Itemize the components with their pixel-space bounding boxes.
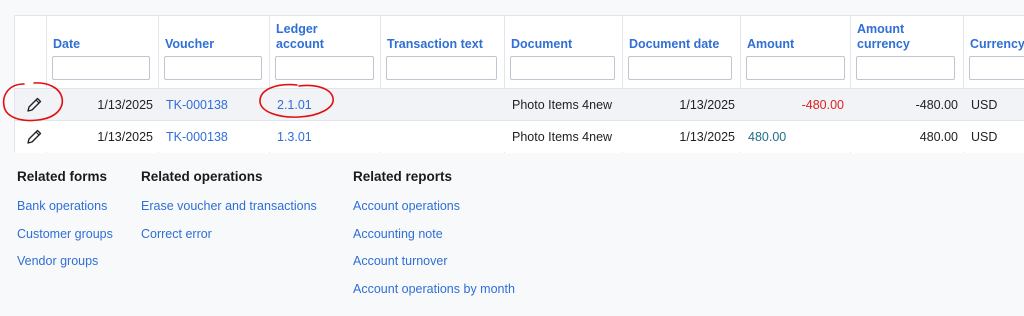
filter-document[interactable] — [510, 56, 615, 80]
cell-ledger-account[interactable]: 2.1.01 — [277, 89, 312, 121]
cell-voucher[interactable]: TK-000138 — [166, 121, 228, 153]
link-account-operations[interactable]: Account operations — [353, 193, 515, 221]
cell-amount-currency: 480.00 — [919, 130, 958, 144]
link-correct-error[interactable]: Correct error — [141, 221, 317, 249]
table-row[interactable]: 1/13/2025 TK-000138 2.1.01 Photo Items 4… — [15, 88, 1024, 120]
header-amount-currency-line2[interactable]: currency — [857, 37, 910, 52]
cell-voucher[interactable]: TK-000138 — [166, 89, 228, 121]
header-ledger-account-line2[interactable]: account — [276, 37, 324, 52]
cell-document: Photo Items 4new — [512, 130, 613, 144]
cell-document: Photo Items 4new — [512, 98, 613, 112]
transactions-grid: Date Voucher Ledger account Transaction … — [14, 15, 1024, 153]
header-date[interactable]: Date — [53, 37, 80, 52]
related-operations-title: Related operations — [141, 169, 263, 184]
header-document[interactable]: Document — [511, 37, 572, 52]
cell-currency: USD — [971, 130, 998, 144]
link-bank-operations[interactable]: Bank operations — [17, 193, 113, 221]
link-accounting-note[interactable]: Accounting note — [353, 221, 515, 249]
header-currency[interactable]: Currency — [970, 37, 1024, 52]
pencil-icon[interactable] — [25, 96, 43, 114]
link-customer-groups[interactable]: Customer groups — [17, 221, 113, 249]
cell-document-date: 1/13/2025 — [679, 98, 735, 112]
header-document-date[interactable]: Document date — [629, 37, 719, 52]
cell-currency: USD — [971, 98, 998, 112]
cell-amount-currency: -480.00 — [915, 98, 958, 112]
filter-amount-currency[interactable] — [856, 56, 955, 80]
cell-date: 1/13/2025 — [97, 98, 153, 112]
table-row[interactable]: 1/13/2025 TK-000138 1.3.01 Photo Items 4… — [15, 120, 1024, 152]
filter-date[interactable] — [52, 56, 150, 80]
cell-date: 1/13/2025 — [97, 130, 153, 144]
link-account-turnover[interactable]: Account turnover — [353, 248, 515, 276]
header-ledger-account-line1[interactable]: Ledger — [276, 22, 318, 37]
header-amount-currency-line1[interactable]: Amount — [857, 22, 904, 37]
header-amount[interactable]: Amount — [747, 37, 794, 52]
header-voucher[interactable]: Voucher — [165, 37, 214, 52]
related-reports-panel: Related reports Account operations Accou… — [353, 168, 515, 303]
cell-amount: -480.00 — [801, 98, 844, 112]
filter-transaction-text[interactable] — [386, 56, 497, 80]
related-forms-panel: Related forms Bank operations Customer g… — [17, 168, 113, 276]
related-operations-panel: Related operations Erase voucher and tra… — [141, 168, 317, 248]
related-reports-title: Related reports — [353, 169, 453, 184]
related-forms-title: Related forms — [17, 169, 108, 184]
cell-ledger-account[interactable]: 1.3.01 — [277, 121, 312, 153]
link-account-operations-by-month[interactable]: Account operations by month — [353, 276, 515, 304]
header-transaction-text[interactable]: Transaction text — [387, 37, 483, 52]
link-vendor-groups[interactable]: Vendor groups — [17, 248, 113, 276]
filter-voucher[interactable] — [164, 56, 262, 80]
filter-ledger-account[interactable] — [275, 56, 374, 80]
cell-document-date: 1/13/2025 — [679, 130, 735, 144]
link-erase-voucher[interactable]: Erase voucher and transactions — [141, 193, 317, 221]
filter-document-date[interactable] — [628, 56, 732, 80]
filter-amount[interactable] — [746, 56, 845, 80]
pencil-icon[interactable] — [25, 128, 43, 146]
filter-currency[interactable] — [969, 56, 1024, 80]
cell-amount: 480.00 — [748, 130, 787, 144]
